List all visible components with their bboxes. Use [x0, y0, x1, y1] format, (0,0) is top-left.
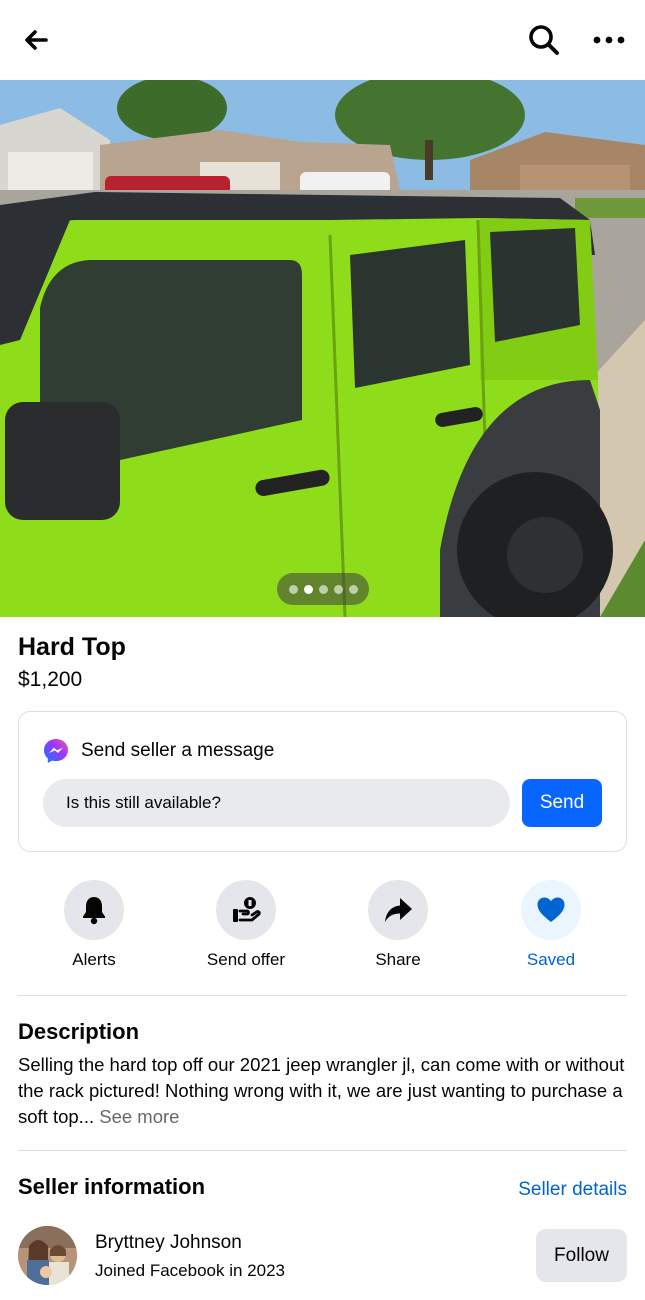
seller-name[interactable]: Bryttney Johnson [95, 1232, 242, 1254]
message-input[interactable]: Is this still available? [43, 779, 510, 827]
send-offer-label: Send offer [206, 950, 286, 969]
seller-joined-date: Joined Facebook in 2023 [95, 1261, 285, 1280]
top-bar [0, 0, 645, 80]
listing-title: Hard Top [18, 633, 126, 661]
description-heading: Description [18, 1019, 140, 1044]
pager-dot [318, 584, 328, 594]
more-options-button[interactable] [589, 20, 629, 60]
messenger-icon [44, 739, 68, 763]
search-icon [529, 25, 559, 55]
share-arrow-icon [385, 898, 412, 922]
message-heading: Send seller a message [81, 740, 275, 761]
offer-hand-icon [233, 897, 261, 922]
share-label: Share [375, 950, 421, 969]
heart-icon [537, 897, 565, 922]
listing-price: $1,200 [18, 668, 83, 691]
seller-info-heading: Seller information [18, 1174, 206, 1199]
saved-label: Saved [526, 950, 576, 969]
image-pager-dots [277, 573, 369, 605]
alerts-circle [64, 880, 124, 940]
arrow-left-icon [25, 30, 48, 50]
search-button[interactable] [524, 20, 564, 60]
pager-dot [333, 584, 343, 594]
message-card-header: Send seller a message [43, 738, 274, 764]
follow-button[interactable]: Follow [536, 1229, 627, 1282]
saved-circle [521, 880, 581, 940]
seller-details-link[interactable]: Seller details [518, 1179, 627, 1201]
alerts-button[interactable]: Alerts [34, 880, 154, 970]
send-button[interactable]: Send [522, 779, 602, 827]
alerts-label: Alerts [72, 950, 116, 969]
avatar-photo-image [18, 1226, 77, 1285]
more-horizontal-icon [593, 36, 625, 44]
share-button[interactable]: Share [338, 880, 458, 970]
share-circle [368, 880, 428, 940]
pager-dot [288, 584, 298, 594]
listing-photo[interactable] [0, 80, 645, 617]
section-divider [18, 995, 627, 996]
back-button[interactable] [16, 20, 56, 60]
pager-dot-active [303, 584, 313, 594]
send-offer-button[interactable]: Send offer [186, 880, 306, 970]
jeep-photo-image [0, 80, 645, 617]
section-divider [18, 1150, 627, 1151]
pager-dot [348, 584, 358, 594]
send-offer-circle [216, 880, 276, 940]
message-seller-card: Send seller a message Is this still avai… [18, 711, 627, 852]
saved-button[interactable]: Saved [491, 880, 611, 970]
description-text: Selling the hard top off our 2021 jeep w… [18, 1052, 633, 1130]
see-more-link[interactable]: See more [99, 1106, 179, 1127]
seller-avatar[interactable] [18, 1226, 77, 1285]
bell-icon [83, 897, 105, 925]
